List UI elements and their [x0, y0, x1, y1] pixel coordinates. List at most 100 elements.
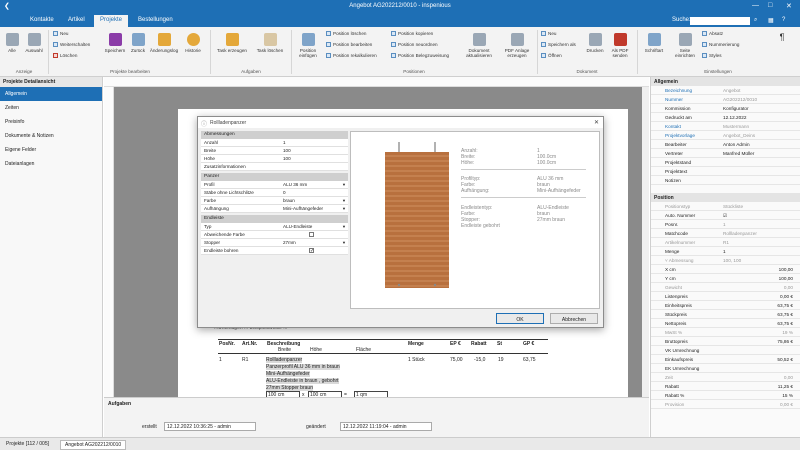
- chevron-down-icon[interactable]: ▼: [342, 198, 346, 203]
- allgemein-row[interactable]: Notizen: [651, 177, 800, 185]
- position-row[interactable]: Nettopreis 63,75 €: [651, 320, 800, 328]
- copy-position-button[interactable]: Position kopieren: [391, 31, 433, 36]
- maximize-button[interactable]: □: [768, 2, 772, 9]
- position-value[interactable]: 19 %: [721, 330, 793, 335]
- allgemein-value[interactable]: Anton Admin: [723, 142, 793, 147]
- profil-select[interactable]: ALU 36 mm: [283, 182, 347, 188]
- desc-line-4[interactable]: ALU-Endleiste in braun , gebohrt: [266, 378, 339, 384]
- position-value[interactable]: Stückliste: [723, 204, 793, 209]
- allgemein-row[interactable]: Kontakt Mustermann: [651, 123, 800, 131]
- dialog-close-icon[interactable]: ✕: [594, 119, 599, 126]
- staebe-value[interactable]: 0: [283, 190, 347, 196]
- tab-artikel[interactable]: Artikel: [68, 17, 85, 23]
- delete-task-button[interactable]: Task löschen: [252, 33, 288, 53]
- allgemein-value[interactable]: AG202212/0010: [723, 97, 793, 102]
- new-document-button[interactable]: Neu: [541, 31, 556, 36]
- cancel-button[interactable]: Abbrechen: [550, 313, 598, 324]
- minimize-button[interactable]: —: [752, 2, 759, 9]
- allgemein-value[interactable]: Mustermann: [723, 124, 793, 129]
- position-row[interactable]: EK Umrechnung: [651, 365, 800, 373]
- new-project-button[interactable]: Neu: [53, 31, 68, 36]
- print-button[interactable]: Drucken: [584, 33, 606, 53]
- field-hoehe-value[interactable]: 100: [283, 156, 347, 162]
- position-row[interactable]: Einheitspreis 63,75 €: [651, 302, 800, 310]
- desc-line-3[interactable]: Mini-Aufhängefeder: [266, 371, 310, 377]
- status-tab-angebot[interactable]: Angebot AG202212/0010: [60, 440, 127, 450]
- advance-button[interactable]: Weiterschalten: [53, 42, 90, 47]
- chevron-down-icon[interactable]: ▼: [342, 182, 346, 187]
- position-row[interactable]: Provision 0,00 €: [651, 401, 800, 409]
- position-value[interactable]: 63,75 €: [721, 312, 793, 317]
- position-row[interactable]: Einkaufspreis 50,52 €: [651, 356, 800, 364]
- allgemein-value[interactable]: Angebot_Deins: [723, 133, 793, 138]
- field-stopper[interactable]: Stopper 27mm ▼: [201, 239, 348, 247]
- delete-project-button[interactable]: Löschen: [53, 53, 77, 58]
- field-anzahl-value[interactable]: 1: [283, 140, 347, 146]
- recalc-position-button[interactable]: Position rekalkulieren: [326, 53, 377, 58]
- nav-item-zeiten[interactable]: Zeiten: [0, 101, 102, 115]
- document-scrollbar[interactable]: [642, 87, 649, 397]
- position-row[interactable]: Posnr. 1: [651, 221, 800, 229]
- position-value[interactable]: Rollladenpanzer: [723, 231, 793, 236]
- refresh-document-button[interactable]: Dokument aktualisieren: [462, 33, 496, 58]
- insert-position-button[interactable]: Position einfügen: [294, 33, 322, 58]
- edit-position-button[interactable]: Position bearbeiten: [326, 42, 372, 47]
- field-aufhaengung[interactable]: Aufhängung Mini-Aufhängefeder ▼: [201, 205, 348, 213]
- position-value[interactable]: 0,00 €: [721, 402, 793, 407]
- position-value[interactable]: 63,75 €: [721, 303, 793, 308]
- position-row[interactable]: Rabatt % 15 %: [651, 392, 800, 400]
- position-value[interactable]: ☑: [723, 213, 793, 219]
- search-input[interactable]: [690, 17, 750, 25]
- open-document-button[interactable]: Öffnen: [541, 53, 562, 58]
- position-row[interactable]: Listenpreis 0,00 €: [651, 293, 800, 301]
- allgemein-row[interactable]: Bezeichnung Angebot: [651, 87, 800, 95]
- field-staebe[interactable]: Stäbe ohne Lichtschlitze 0: [201, 189, 348, 197]
- position-row[interactable]: Bruttopreis 75,86 €: [651, 338, 800, 346]
- field-anzahl[interactable]: Anzahl 1: [201, 139, 348, 147]
- allgemein-value[interactable]: Angebot: [723, 88, 793, 93]
- paragraph-button[interactable]: Absatz: [702, 31, 723, 36]
- position-value[interactable]: 50,52 €: [721, 357, 793, 362]
- show-selection-button[interactable]: Auswahl: [22, 33, 46, 53]
- field-abweichende-farbe[interactable]: Abweichende Farbe: [201, 231, 348, 239]
- delete-position-button[interactable]: Position löschen: [326, 31, 366, 36]
- position-value[interactable]: 15 %: [721, 393, 793, 398]
- abweichende-farbe-checkbox[interactable]: [309, 232, 314, 237]
- nav-item-dateianlagen[interactable]: Dateianlagen: [0, 157, 102, 171]
- field-typ[interactable]: Typ ALU-Endleiste ▼: [201, 223, 348, 231]
- typ-select[interactable]: ALU-Endleiste: [283, 224, 347, 230]
- create-pdf-attachment-button[interactable]: PDF Anlage erzeugen: [500, 33, 534, 58]
- desc-line-2[interactable]: Panzerprofil ALU 36 mm in braun: [266, 364, 340, 370]
- history-button[interactable]: Historie: [182, 33, 204, 53]
- field-hoehe[interactable]: Höhe 100: [201, 155, 348, 163]
- tab-bestellungen[interactable]: Bestellungen: [138, 17, 173, 23]
- position-value[interactable]: 100, 100: [723, 258, 793, 263]
- font-button[interactable]: Schriftart: [640, 33, 668, 53]
- field-breite-value[interactable]: 100: [283, 148, 347, 154]
- endleiste-bohren-checkbox[interactable]: ✓: [309, 248, 314, 254]
- field-profil[interactable]: Profil ALU 36 mm ▼: [201, 181, 348, 189]
- show-all-button[interactable]: Alle: [4, 33, 20, 53]
- position-value[interactable]: R1: [723, 240, 793, 245]
- changelog-button[interactable]: Änderungslog: [148, 33, 180, 53]
- field-endleiste-bohren[interactable]: Endleiste bohren ✓: [201, 247, 348, 255]
- section-allgemein[interactable]: Allgemein: [651, 77, 800, 86]
- allgemein-row[interactable]: Gedruckt am 12.12.2022: [651, 114, 800, 122]
- position-row[interactable]: VK Umrechnung: [651, 347, 800, 355]
- position-row[interactable]: ˅ Abmessung 100, 100: [651, 257, 800, 265]
- nav-item-dokumente[interactable]: Dokumente & Notizen: [0, 129, 102, 143]
- position-value[interactable]: 1: [723, 222, 793, 227]
- tab-projekte[interactable]: Projekte: [94, 15, 129, 27]
- allgemein-row[interactable]: Bearbeiter Anton Admin: [651, 141, 800, 149]
- position-row[interactable]: Artikelnummer R1: [651, 239, 800, 247]
- position-row[interactable]: Menge 1: [651, 248, 800, 256]
- search-icon[interactable]: ⌕: [754, 17, 757, 24]
- farbe-select[interactable]: braun: [283, 198, 347, 204]
- aufhaengung-select[interactable]: Mini-Aufhängefeder: [283, 206, 347, 212]
- send-pdf-button[interactable]: Als PDF senden: [608, 33, 632, 58]
- chevron-down-icon[interactable]: ▼: [342, 224, 346, 229]
- tab-kontakte[interactable]: Kontakte: [30, 17, 54, 23]
- field-farbe[interactable]: Farbe braun ▼: [201, 197, 348, 205]
- position-row[interactable]: Positionstyp Stückliste: [651, 203, 800, 211]
- position-row[interactable]: Stückpreis 63,75 €: [651, 311, 800, 319]
